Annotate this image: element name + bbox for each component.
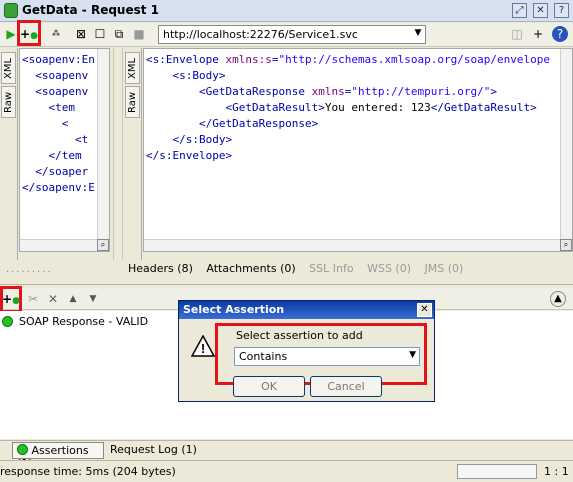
cancel-request-icon[interactable]: ■ xyxy=(131,26,147,42)
code-line: </soapenv:E xyxy=(22,181,95,194)
soapui-app-icon xyxy=(4,3,18,18)
splitter[interactable] xyxy=(113,48,123,260)
code-line: </soaper xyxy=(22,165,89,178)
code-line: </s:Envelope> xyxy=(146,149,233,162)
warning-icon: ! xyxy=(190,334,216,357)
response-view-tabs: XML Raw xyxy=(124,48,142,260)
tab-assertions[interactable]: Assertions (1) xyxy=(12,442,104,470)
code-line: <s:Envelope xmlns:s="http://schemas.xmls… xyxy=(146,53,550,66)
configure-icon[interactable]: ✂ xyxy=(25,291,41,307)
code-line: </GetDataResponse> xyxy=(198,117,319,130)
add-assertion-icon[interactable]: +● xyxy=(20,26,38,42)
tab-wss[interactable]: WSS (0) xyxy=(367,262,411,275)
tab-ssl-info[interactable]: SSL Info xyxy=(309,262,353,275)
code-line: </s:Body> xyxy=(172,133,233,146)
ok-button[interactable]: OK xyxy=(233,376,305,397)
create-empty-request-icon[interactable]: ⊠ xyxy=(73,26,89,42)
status-bar: response time: 5ms (204 bytes) 1 : 1 xyxy=(0,460,573,482)
move-up-icon[interactable]: ▲ xyxy=(65,291,81,307)
tab-raw-response[interactable]: Raw xyxy=(125,86,140,118)
request-editor: XML Raw <soapenv:En <soapenv <soapenv <t… xyxy=(0,48,112,260)
request-xml-text[interactable]: <soapenv:En <soapenv <soapenv <tem < <t … xyxy=(19,48,110,252)
add-assertion-icon[interactable]: +● xyxy=(2,291,20,307)
tab-xml-response[interactable]: XML xyxy=(125,52,140,84)
close-icon[interactable]: ✕ xyxy=(417,303,432,317)
help-icon[interactable]: ? xyxy=(552,26,568,42)
tab-attachments[interactable]: Attachments (0) xyxy=(206,262,295,275)
dialog-title: Select Assertion xyxy=(179,301,434,319)
cursor-position: 1 : 1 xyxy=(544,465,569,478)
magnify-icon[interactable]: ⌕ xyxy=(97,239,109,251)
request-vscrollbar[interactable] xyxy=(97,49,109,239)
remove-icon[interactable]: ✕ xyxy=(45,291,61,307)
chevron-down-icon[interactable]: ▼ xyxy=(412,26,424,41)
code-line: <GetDataResponse xmlns="http://tempuri.o… xyxy=(198,85,498,98)
code-line: <soapenv:En xyxy=(22,53,95,66)
cancel-button[interactable]: Cancel xyxy=(310,376,382,397)
tab-request-log[interactable]: Request Log (1) xyxy=(110,443,197,456)
bottom-tabs: Assertions (1) Request Log (1) xyxy=(0,440,573,470)
help-icon[interactable]: ? xyxy=(554,3,569,18)
response-editor: XML Raw <s:Envelope xmlns:s="http://sche… xyxy=(124,48,573,260)
close-icon[interactable]: ✕ xyxy=(533,3,548,18)
request-view-tabs: XML Raw xyxy=(0,48,18,260)
select-assertion-dialog: Select Assertion ✕ ! Select assertion to… xyxy=(178,300,435,402)
code-line: < xyxy=(22,117,69,130)
request-toolbar: ▶ +● ⁂ ⊠ ☐ ⧉ ■ http://localhost:22276/Se… xyxy=(0,20,573,47)
progress-field xyxy=(457,464,537,479)
endpoint-url-select[interactable]: http://localhost:22276/Service1.svc xyxy=(158,25,426,44)
tab-jms[interactable]: JMS (0) xyxy=(425,262,464,275)
code-line: <GetDataResult>You entered: 123</GetData… xyxy=(225,101,537,114)
window-title: GetData - Request 1 xyxy=(22,3,160,17)
code-line: <s:Body> xyxy=(172,69,226,82)
response-vscrollbar[interactable] xyxy=(560,49,572,239)
collapse-icon[interactable]: ▲ xyxy=(550,291,566,307)
code-line: <soapenv xyxy=(22,85,89,98)
request-hscrollbar[interactable] xyxy=(20,239,98,251)
tab-raw-request[interactable]: Raw xyxy=(1,86,16,118)
attach-icon[interactable]: ◫ xyxy=(509,26,525,42)
code-line: <soapenv xyxy=(22,69,89,82)
code-line: </tem xyxy=(22,149,82,162)
magnify-icon[interactable]: ⌕ xyxy=(560,239,572,251)
list-item[interactable]: SOAP Response - VALID xyxy=(2,315,202,329)
request-subtabs-collapsed: ......... xyxy=(6,264,53,275)
valid-status-icon xyxy=(2,316,13,327)
code-line: <t xyxy=(22,133,89,146)
valid-status-icon xyxy=(17,444,28,455)
ws-addressing-icon[interactable]: ⁂ xyxy=(48,26,64,42)
tab-xml-request[interactable]: XML xyxy=(1,52,16,84)
tab-headers[interactable]: Headers (8) xyxy=(128,262,193,275)
clone-request-icon[interactable]: ☐ xyxy=(92,26,108,42)
response-subtabs: Headers (8) Attachments (0) SSL Info WSS… xyxy=(128,262,573,280)
response-time: response time: 5ms (204 bytes) xyxy=(0,465,176,478)
copy-icon[interactable]: ⧉ xyxy=(111,26,127,42)
svg-text:!: ! xyxy=(201,341,205,356)
response-xml-text[interactable]: <s:Envelope xmlns:s="http://schemas.xmls… xyxy=(143,48,573,252)
response-hscrollbar[interactable] xyxy=(144,239,561,251)
move-down-icon[interactable]: ▼ xyxy=(85,291,101,307)
restore-icon[interactable]: ⤢ xyxy=(512,3,527,18)
title-bar: GetData - Request 1 ⤢ ✕ ? xyxy=(0,0,573,22)
add-icon[interactable]: + xyxy=(530,26,546,42)
assertion-label: SOAP Response - VALID xyxy=(19,315,149,328)
code-line: <tem xyxy=(22,101,75,114)
